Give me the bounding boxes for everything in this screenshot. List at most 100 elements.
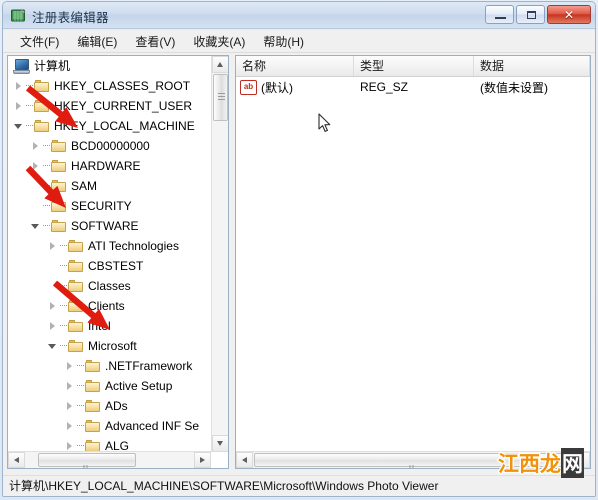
watermark: 江西龙网 [497, 448, 584, 478]
registry-values-pane[interactable]: 名称 类型 数据 ab (默认) REG_SZ (数值未设置) [235, 55, 591, 469]
watermark-text-2: 龙 [539, 452, 563, 478]
minimize-button[interactable] [485, 5, 514, 24]
tree-item-microsoft[interactable]: Microsoft [8, 336, 212, 356]
tree-item-security[interactable]: SECURITY [8, 196, 212, 216]
tree-item-label: Classes [88, 279, 131, 293]
expand-arrow-icon[interactable] [48, 321, 59, 332]
tree-item-label: BCD00000000 [71, 139, 150, 153]
folder-icon [51, 219, 67, 233]
tree-vscroll-thumb[interactable] [213, 74, 228, 121]
tree-item-sam[interactable]: SAM [8, 176, 212, 196]
expand-arrow-icon[interactable] [14, 101, 25, 112]
mouse-cursor-icon [318, 113, 331, 132]
expand-arrow-icon[interactable] [65, 381, 76, 392]
thumb-grip-icon [409, 458, 417, 468]
folder-icon [85, 379, 101, 393]
tree-item-hkey-classes-root[interactable]: HKEY_CLASSES_ROOT [8, 76, 212, 96]
scroll-left-arrow-icon[interactable] [236, 452, 253, 468]
tree-item-software[interactable]: SOFTWARE [8, 216, 212, 236]
expand-arrow-icon[interactable] [48, 301, 59, 312]
column-name[interactable]: 名称 [236, 56, 354, 76]
expand-arrow-icon[interactable] [65, 441, 76, 452]
tree-connector [60, 285, 67, 287]
cell-data: (数值未设置) [480, 80, 548, 95]
folder-icon [68, 259, 84, 273]
tree-item-clients[interactable]: Clients [8, 296, 212, 316]
tree-item-label: ADs [105, 399, 128, 413]
regedit-icon [11, 9, 26, 22]
folder-icon [85, 419, 101, 433]
tree-item-netframework[interactable]: .NETFramework [8, 356, 212, 376]
maximize-button[interactable] [516, 5, 545, 24]
tree-item-computer[interactable]: 计算机 [8, 56, 212, 76]
menu-file[interactable]: 文件(F) [11, 31, 68, 52]
folder-icon [68, 339, 84, 353]
tree-item-hardware[interactable]: HARDWARE [8, 156, 212, 176]
cell-name: ab (默认) [236, 79, 354, 96]
scroll-down-arrow-icon[interactable] [212, 435, 228, 452]
menu-edit[interactable]: 编辑(E) [68, 31, 126, 52]
tree-horizontal-scrollbar[interactable] [8, 451, 211, 468]
computer-icon [13, 58, 30, 74]
scroll-up-arrow-icon[interactable] [212, 56, 228, 73]
tree-item-classes[interactable]: Classes [8, 276, 212, 296]
tree-item-ati-technologies[interactable]: ATI Technologies [8, 236, 212, 256]
tree-item-label: Intel [88, 319, 111, 333]
expand-arrow-icon[interactable] [65, 421, 76, 432]
tree-connector [77, 365, 84, 367]
tree-item-hkey-current-user[interactable]: HKEY_CURRENT_USER [8, 96, 212, 116]
folder-icon [68, 279, 84, 293]
tree-item-label: .NETFramework [105, 359, 193, 373]
tree-connector [26, 85, 33, 87]
menu-help[interactable]: 帮助(H) [254, 31, 313, 52]
tree-item-alg[interactable]: ALG [8, 436, 212, 452]
column-data[interactable]: 数据 [474, 56, 590, 76]
tree-item-label: HKEY_CLASSES_ROOT [54, 79, 191, 93]
tree-item-label: Advanced INF Se [105, 419, 200, 433]
tree-vertical-scrollbar[interactable] [211, 56, 228, 452]
column-type[interactable]: 类型 [354, 56, 474, 76]
collapse-arrow-icon[interactable] [14, 121, 25, 132]
tree-item-label: Active Setup [105, 379, 173, 393]
folder-icon [68, 319, 84, 333]
folder-icon [51, 159, 67, 173]
menu-bar: 文件(F) 编辑(E) 查看(V) 收藏夹(A) 帮助(H) [3, 30, 595, 53]
tree-item-cbstest[interactable]: CBSTEST [8, 256, 212, 276]
scroll-left-arrow-icon[interactable] [8, 452, 25, 468]
table-row[interactable]: ab (默认) REG_SZ (数值未设置) [236, 77, 590, 97]
expand-arrow-icon[interactable] [31, 141, 42, 152]
tree-item-label: 计算机 [34, 59, 71, 73]
tree-item-hkey-local-machine[interactable]: HKEY_LOCAL_MACHINE [8, 116, 212, 136]
tree-item-advanced-inf-se[interactable]: Advanced INF Se [8, 416, 212, 436]
watermark-text-1: 江西 [497, 452, 542, 478]
tree-item-label: Microsoft [88, 339, 137, 353]
expand-arrow-icon[interactable] [48, 241, 59, 252]
tree-connector [60, 345, 67, 347]
tree-item-active-setup[interactable]: Active Setup [8, 376, 212, 396]
tree-item-ads[interactable]: ADs [8, 396, 212, 416]
window-frame: 注册表编辑器 ✕ 文件(F) 编辑(E) 查看(V) 收藏夹(A) 帮助(H) 计算机 H… [2, 1, 596, 497]
expand-arrow-icon[interactable] [65, 361, 76, 372]
folder-icon [51, 179, 67, 193]
menu-favorites[interactable]: 收藏夹(A) [184, 31, 254, 52]
tree-item-bcd00000000[interactable]: BCD00000000 [8, 136, 212, 156]
folder-icon [51, 139, 67, 153]
collapse-arrow-icon[interactable] [48, 341, 59, 352]
tree-item-label: ALG [105, 439, 130, 452]
registry-tree-pane[interactable]: 计算机 HKEY_CLASSES_ROOT HKEY_CURRENT_USER HKE… [7, 55, 229, 469]
collapse-arrow-icon[interactable] [31, 221, 42, 232]
tree-item-label: SOFTWARE [71, 219, 139, 233]
expand-arrow-icon[interactable] [65, 401, 76, 412]
expand-arrow-icon[interactable] [14, 81, 25, 92]
tree-item-intel[interactable]: Intel [8, 316, 212, 336]
tree-connector [43, 145, 50, 147]
menu-view[interactable]: 查看(V) [126, 31, 184, 52]
scroll-right-arrow-icon[interactable] [194, 452, 211, 468]
tree-hscroll-thumb[interactable] [38, 453, 136, 468]
list-rows: ab (默认) REG_SZ (数值未设置) [236, 77, 590, 97]
expand-arrow-icon[interactable] [31, 161, 42, 172]
close-button[interactable]: ✕ [547, 5, 591, 24]
